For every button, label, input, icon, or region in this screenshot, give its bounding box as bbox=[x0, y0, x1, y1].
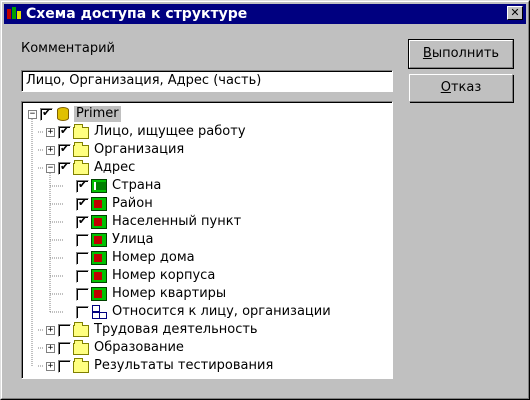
folder-icon bbox=[73, 124, 89, 139]
tree-item[interactable]: Относится к лицу, организации bbox=[64, 303, 333, 321]
tree-item-label: Номер дома bbox=[112, 250, 195, 265]
tree-item[interactable]: + Организация bbox=[46, 141, 186, 159]
tree-item-label: Адрес bbox=[94, 160, 136, 175]
folder-icon bbox=[73, 340, 89, 355]
structure-tree[interactable]: − Primer + Лицо, ищущее работу + Организаци… bbox=[21, 101, 393, 379]
run-button[interactable]: Выполнить bbox=[408, 39, 514, 69]
cancel-button[interactable]: Отказ bbox=[409, 74, 513, 102]
expand-icon[interactable]: + bbox=[46, 343, 55, 353]
folder-icon bbox=[73, 142, 89, 157]
field-icon bbox=[91, 215, 107, 229]
tree-item-label: Результаты тестирования bbox=[94, 358, 274, 373]
tree-item-checkbox[interactable] bbox=[76, 214, 89, 229]
tree-item-checkbox[interactable] bbox=[76, 178, 89, 193]
tree-item-label: Населенный пункт bbox=[112, 214, 242, 229]
close-button[interactable]: ✕ bbox=[507, 6, 523, 20]
folder-icon bbox=[73, 160, 89, 175]
tree-item-checkbox[interactable] bbox=[76, 287, 89, 301]
folder-icon bbox=[73, 322, 89, 337]
tree-item-checkbox[interactable] bbox=[76, 269, 89, 283]
tree-item[interactable]: Район bbox=[64, 195, 155, 213]
window-title: Схема доступа к структуре bbox=[26, 6, 248, 22]
tree-item-checkbox[interactable] bbox=[58, 341, 71, 355]
tree-item-label: Улица bbox=[112, 232, 154, 247]
tree-item[interactable]: Номер квартиры bbox=[64, 285, 228, 303]
close-icon: ✕ bbox=[510, 6, 520, 19]
relation-icon bbox=[91, 305, 107, 319]
tree-item-checkbox[interactable] bbox=[76, 305, 89, 319]
database-icon bbox=[55, 107, 71, 121]
dialog-window: Схема доступа к структуре ✕ Комментарий … bbox=[0, 0, 530, 400]
tree-item-label: Относится к лицу, организации bbox=[112, 304, 331, 319]
field-icon bbox=[91, 251, 107, 265]
tree-item-label: Номер квартиры bbox=[112, 286, 227, 301]
tree-item[interactable]: Улица bbox=[64, 231, 156, 249]
collapse-icon[interactable]: − bbox=[46, 163, 55, 173]
tree-item[interactable]: + Трудовая деятельность bbox=[46, 321, 260, 339]
tree-item-checkbox[interactable] bbox=[76, 251, 89, 265]
tree-item-checkbox[interactable] bbox=[76, 196, 89, 211]
tree-item[interactable]: Страна bbox=[64, 177, 163, 195]
tree-item-label: Район bbox=[112, 196, 153, 211]
tree-item[interactable]: + Лицо, ищущее работу bbox=[46, 123, 248, 141]
comment-input[interactable]: Лицо, Организация, Адрес (часть) bbox=[21, 70, 393, 92]
tree-item-label: Образование bbox=[94, 340, 184, 355]
field-icon bbox=[91, 233, 107, 247]
run-button-label-post: ыполнить bbox=[431, 46, 500, 61]
tree-item-checkbox[interactable] bbox=[58, 160, 71, 175]
tree-item-checkbox[interactable] bbox=[58, 142, 71, 157]
tree-root-label: Primer bbox=[74, 106, 121, 122]
collapse-root-icon[interactable]: − bbox=[28, 109, 37, 119]
root-checkbox[interactable] bbox=[40, 106, 53, 121]
cancel-button-label-post: тказ bbox=[450, 80, 482, 95]
field-icon bbox=[91, 197, 107, 211]
expand-icon[interactable]: + bbox=[46, 145, 55, 155]
tree-item[interactable]: Населенный пункт bbox=[64, 213, 243, 231]
expand-icon[interactable]: + bbox=[46, 127, 55, 137]
tree-item[interactable]: Номер корпуса bbox=[64, 267, 217, 285]
app-icon bbox=[6, 6, 22, 22]
cancel-button-mnemonic: О bbox=[440, 80, 451, 95]
tree-root-node[interactable]: − Primer bbox=[28, 105, 121, 123]
expand-icon[interactable]: + bbox=[46, 361, 55, 371]
field-icon bbox=[91, 287, 107, 301]
tree-item-checkbox[interactable] bbox=[58, 124, 71, 139]
tree-item-checkbox[interactable] bbox=[76, 233, 89, 247]
run-button-mnemonic: В bbox=[422, 46, 432, 61]
tree-item-label: Страна bbox=[112, 178, 162, 193]
tree-item-label: Номер корпуса bbox=[112, 268, 216, 283]
tree-item-checkbox[interactable] bbox=[58, 359, 71, 373]
field-icon bbox=[91, 269, 107, 283]
tree-item[interactable]: − Адрес bbox=[46, 159, 137, 177]
tree-item[interactable]: Номер дома bbox=[64, 249, 197, 267]
title-bar[interactable]: Схема доступа к структуре ✕ bbox=[4, 4, 526, 24]
tree-item-label: Организация bbox=[94, 142, 185, 157]
tree-item-label: Трудовая деятельность bbox=[94, 322, 258, 337]
tree-item-checkbox[interactable] bbox=[58, 323, 71, 337]
tree-item[interactable]: + Результаты тестирования bbox=[46, 357, 275, 375]
folder-icon bbox=[73, 358, 89, 373]
comment-label: Комментарий bbox=[21, 41, 115, 56]
tree-item[interactable]: + Образование bbox=[46, 339, 186, 357]
tree-item-label: Лицо, ищущее работу bbox=[94, 124, 246, 139]
expand-icon[interactable]: + bbox=[46, 325, 55, 335]
key-field-icon bbox=[91, 179, 107, 193]
